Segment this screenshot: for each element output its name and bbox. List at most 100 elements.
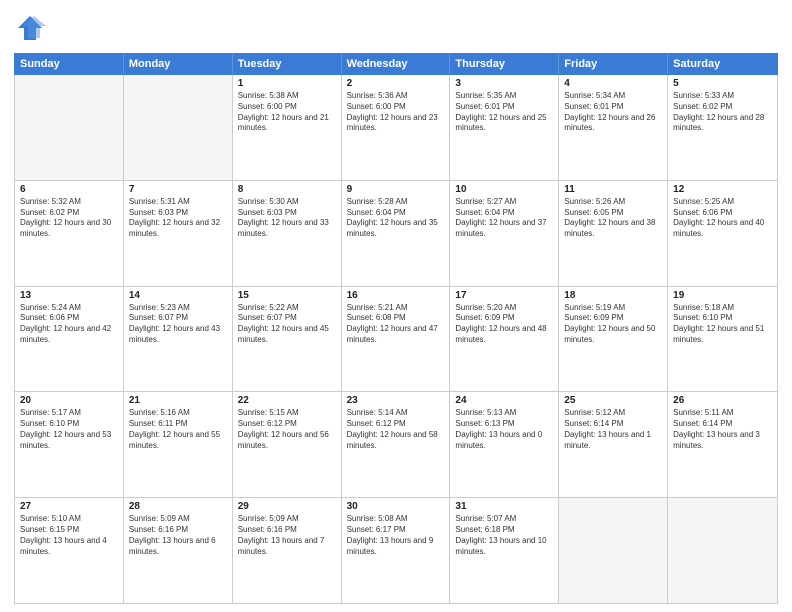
day-info: Sunrise: 5:24 AMSunset: 6:06 PMDaylight:… (20, 303, 118, 346)
day-number: 26 (673, 395, 772, 406)
day-info: Sunrise: 5:09 AMSunset: 6:16 PMDaylight:… (129, 514, 227, 557)
week-row-2: 6 Sunrise: 5:32 AMSunset: 6:02 PMDaylight… (15, 181, 777, 287)
day-cell-13: 13 Sunrise: 5:24 AMSunset: 6:06 PMDayligh… (15, 287, 124, 392)
day-info: Sunrise: 5:27 AMSunset: 6:04 PMDaylight:… (455, 197, 553, 240)
day-number: 2 (347, 78, 445, 89)
header-day-monday: Monday (124, 54, 233, 74)
day-info: Sunrise: 5:26 AMSunset: 6:05 PMDaylight:… (564, 197, 662, 240)
day-cell-5: 5 Sunrise: 5:33 AMSunset: 6:02 PMDaylight… (668, 75, 777, 180)
day-cell-11: 11 Sunrise: 5:26 AMSunset: 6:05 PMDayligh… (559, 181, 668, 286)
day-info: Sunrise: 5:33 AMSunset: 6:02 PMDaylight:… (673, 91, 772, 134)
day-cell-1: 1 Sunrise: 5:38 AMSunset: 6:00 PMDaylight… (233, 75, 342, 180)
day-info: Sunrise: 5:35 AMSunset: 6:01 PMDaylight:… (455, 91, 553, 134)
empty-cell (15, 75, 124, 180)
day-info: Sunrise: 5:30 AMSunset: 6:03 PMDaylight:… (238, 197, 336, 240)
day-cell-20: 20 Sunrise: 5:17 AMSunset: 6:10 PMDayligh… (15, 392, 124, 497)
week-row-1: 1 Sunrise: 5:38 AMSunset: 6:00 PMDaylight… (15, 75, 777, 181)
day-cell-14: 14 Sunrise: 5:23 AMSunset: 6:07 PMDayligh… (124, 287, 233, 392)
week-row-4: 20 Sunrise: 5:17 AMSunset: 6:10 PMDayligh… (15, 392, 777, 498)
day-number: 11 (564, 184, 662, 195)
header-day-sunday: Sunday (15, 54, 124, 74)
header-day-thursday: Thursday (450, 54, 559, 74)
day-cell-15: 15Sunrise: 5:22 AMSunset: 6:07 PMDayligh… (233, 287, 342, 392)
day-number: 1 (238, 78, 336, 89)
header-day-saturday: Saturday (668, 54, 777, 74)
day-number: 12 (673, 184, 772, 195)
day-number: 22 (238, 395, 336, 406)
day-info: Sunrise: 5:32 AMSunset: 6:02 PMDaylight:… (20, 197, 118, 240)
day-number: 25 (564, 395, 662, 406)
day-number: 9 (347, 184, 445, 195)
day-cell-8: 8 Sunrise: 5:30 AMSunset: 6:03 PMDaylight… (233, 181, 342, 286)
day-info: Sunrise: 5:14 AMSunset: 6:12 PMDaylight:… (347, 408, 445, 451)
day-info: Sunrise: 5:16 AMSunset: 6:11 PMDaylight:… (129, 408, 227, 451)
day-info: Sunrise: 5:21 AMSunset: 6:08 PMDaylight:… (347, 303, 445, 346)
day-number: 5 (673, 78, 772, 89)
day-number: 27 (20, 501, 118, 512)
day-number: 31 (455, 501, 553, 512)
day-cell-29: 29 Sunrise: 5:09 AMSunset: 6:16 PMDayligh… (233, 498, 342, 603)
day-cell-25: 25 Sunrise: 5:12 AMSunset: 6:14 PMDayligh… (559, 392, 668, 497)
day-info: Sunrise: 5:18 AMSunset: 6:10 PMDaylight:… (673, 303, 772, 346)
day-cell-2: 2 Sunrise: 5:36 AMSunset: 6:00 PMDaylight… (342, 75, 451, 180)
day-number: 13 (20, 290, 118, 301)
day-info: Sunrise: 5:38 AMSunset: 6:00 PMDaylight:… (238, 91, 336, 134)
day-number: 30 (347, 501, 445, 512)
day-info: Sunrise: 5:22 AMSunset: 6:07 PMDaylight:… (238, 303, 336, 346)
page-header (14, 10, 778, 47)
day-cell-9: 9 Sunrise: 5:28 AMSunset: 6:04 PMDaylight… (342, 181, 451, 286)
day-cell-21: 21 Sunrise: 5:16 AMSunset: 6:11 PMDayligh… (124, 392, 233, 497)
logo-icon (14, 14, 46, 42)
day-info: Sunrise: 5:09 AMSunset: 6:16 PMDaylight:… (238, 514, 336, 557)
header-day-friday: Friday (559, 54, 668, 74)
day-cell-24: 24 Sunrise: 5:13 AMSunset: 6:13 PMDayligh… (450, 392, 559, 497)
day-number: 6 (20, 184, 118, 195)
day-cell-17: 17 Sunrise: 5:20 AMSunset: 6:09 PMDayligh… (450, 287, 559, 392)
day-info: Sunrise: 5:07 AMSunset: 6:18 PMDaylight:… (455, 514, 553, 557)
day-info: Sunrise: 5:12 AMSunset: 6:14 PMDaylight:… (564, 408, 662, 451)
day-number: 18 (564, 290, 662, 301)
day-info: Sunrise: 5:20 AMSunset: 6:09 PMDaylight:… (455, 303, 553, 346)
day-cell-6: 6 Sunrise: 5:32 AMSunset: 6:02 PMDaylight… (15, 181, 124, 286)
day-info: Sunrise: 5:34 AMSunset: 6:01 PMDaylight:… (564, 91, 662, 134)
day-number: 14 (129, 290, 227, 301)
day-number: 21 (129, 395, 227, 406)
day-info: Sunrise: 5:10 AMSunset: 6:15 PMDaylight:… (20, 514, 118, 557)
day-number: 8 (238, 184, 336, 195)
week-row-5: 27 Sunrise: 5:10 AMSunset: 6:15 PMDayligh… (15, 498, 777, 603)
day-number: 24 (455, 395, 553, 406)
day-info: Sunrise: 5:17 AMSunset: 6:10 PMDaylight:… (20, 408, 118, 451)
day-info: Sunrise: 5:13 AMSunset: 6:13 PMDaylight:… (455, 408, 553, 451)
day-info: Sunrise: 5:25 AMSunset: 6:06 PMDaylight:… (673, 197, 772, 240)
day-number: 20 (20, 395, 118, 406)
empty-cell (124, 75, 233, 180)
day-number: 16 (347, 290, 445, 301)
day-cell-19: 19 Sunrise: 5:18 AMSunset: 6:10 PMDayligh… (668, 287, 777, 392)
day-info: Sunrise: 5:36 AMSunset: 6:00 PMDaylight:… (347, 91, 445, 134)
day-number: 7 (129, 184, 227, 195)
day-cell-26: 26 Sunrise: 5:11 AMSunset: 6:14 PMDayligh… (668, 392, 777, 497)
calendar: SundayMondayTuesdayWednesdayThursdayFrid… (14, 53, 778, 604)
day-number: 3 (455, 78, 553, 89)
day-info: Sunrise: 5:23 AMSunset: 6:07 PMDaylight:… (129, 303, 227, 346)
day-cell-7: 7 Sunrise: 5:31 AMSunset: 6:03 PMDaylight… (124, 181, 233, 286)
day-info: Sunrise: 5:08 AMSunset: 6:17 PMDaylight:… (347, 514, 445, 557)
day-cell-27: 27 Sunrise: 5:10 AMSunset: 6:15 PMDayligh… (15, 498, 124, 603)
logo (14, 14, 50, 47)
calendar-header: SundayMondayTuesdayWednesdayThursdayFrid… (14, 53, 778, 75)
header-day-tuesday: Tuesday (233, 54, 342, 74)
day-number: 29 (238, 501, 336, 512)
day-number: 23 (347, 395, 445, 406)
day-number: 28 (129, 501, 227, 512)
day-info: Sunrise: 5:28 AMSunset: 6:04 PMDaylight:… (347, 197, 445, 240)
day-cell-28: 28 Sunrise: 5:09 AMSunset: 6:16 PMDayligh… (124, 498, 233, 603)
day-info: Sunrise: 5:15 AMSunset: 6:12 PMDaylight:… (238, 408, 336, 451)
day-cell-3: 3 Sunrise: 5:35 AMSunset: 6:01 PMDaylight… (450, 75, 559, 180)
day-number: 19 (673, 290, 772, 301)
day-number: 17 (455, 290, 553, 301)
day-cell-10: 10 Sunrise: 5:27 AMSunset: 6:04 PMDayligh… (450, 181, 559, 286)
day-number: 10 (455, 184, 553, 195)
header-day-wednesday: Wednesday (342, 54, 451, 74)
day-info: Sunrise: 5:11 AMSunset: 6:14 PMDaylight:… (673, 408, 772, 451)
day-info: Sunrise: 5:31 AMSunset: 6:03 PMDaylight:… (129, 197, 227, 240)
